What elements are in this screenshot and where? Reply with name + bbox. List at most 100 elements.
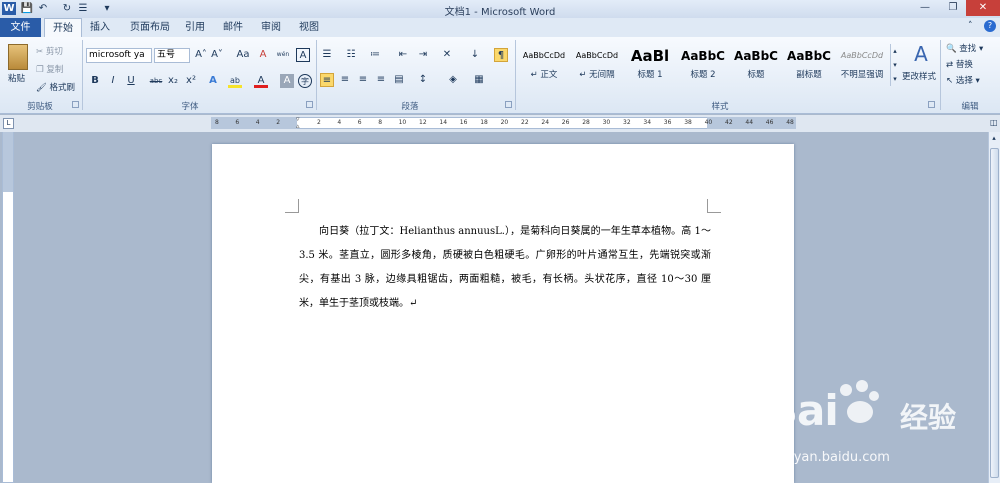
document-body-text[interactable]: 向日葵（拉丁文：Helianthus annuusL.），是菊科向日葵属的一年生…: [299, 220, 711, 316]
font-color-icon[interactable]: A: [254, 74, 268, 88]
phonetic-guide-icon[interactable]: wén: [276, 48, 290, 62]
align-center-icon[interactable]: ≡: [338, 73, 352, 87]
cut-label: 剪切: [45, 47, 63, 57]
select-button[interactable]: ↖ 选择 ▾: [946, 74, 980, 86]
style-heading-2[interactable]: AaBbC 标题 2: [677, 44, 729, 84]
character-shading-icon[interactable]: A: [280, 74, 294, 88]
text-effects-icon[interactable]: A: [206, 74, 220, 88]
style-name: 标题: [747, 70, 765, 80]
minimize-ribbon-icon[interactable]: ˄: [968, 21, 980, 33]
style-name: 标题 2: [690, 70, 716, 80]
superscript-icon[interactable]: x²: [184, 74, 198, 88]
tab-page-layout[interactable]: 页面布局: [122, 18, 178, 37]
show-marks-icon[interactable]: ¶: [494, 48, 508, 62]
font-dialog-launcher-icon[interactable]: [306, 101, 313, 108]
font-size-combo[interactable]: 五号: [154, 48, 190, 63]
underline-icon[interactable]: U: [124, 74, 138, 88]
line-spacing-icon[interactable]: ↕: [416, 73, 430, 87]
margin-corner-mark: [707, 199, 721, 213]
change-case-icon[interactable]: Aa: [234, 48, 252, 62]
indent-marker-icon[interactable]: ▿ ▵: [296, 116, 303, 130]
paste-button[interactable]: 粘贴: [8, 72, 25, 84]
ruler-tick-label: 6: [235, 119, 240, 126]
clear-formatting-icon[interactable]: A: [256, 48, 270, 62]
vruler-margin-top: [3, 132, 13, 192]
bold-icon[interactable]: B: [88, 74, 102, 88]
ruler-tick-label: 36: [663, 119, 672, 126]
decrease-indent-icon[interactable]: ⇤: [396, 48, 410, 62]
group-divider: [940, 40, 941, 110]
change-styles-button[interactable]: 更改样式: [902, 70, 936, 82]
tab-mailings[interactable]: 邮件: [218, 18, 248, 37]
numbering-icon[interactable]: ☷: [344, 48, 358, 62]
style-title[interactable]: AaBbC 标题: [730, 44, 782, 84]
character-border-icon[interactable]: A: [296, 48, 310, 62]
replace-button[interactable]: ⇄ 替换: [946, 58, 973, 70]
enclose-characters-icon[interactable]: 字: [298, 74, 312, 88]
help-icon[interactable]: ?: [984, 20, 996, 32]
scrollbar-thumb[interactable]: [990, 148, 999, 478]
tab-insert[interactable]: 插入: [84, 18, 116, 37]
format-painter-label: 格式刷: [49, 83, 76, 93]
scroll-up-icon[interactable]: ▴: [989, 134, 999, 144]
chinese-layout-icon[interactable]: ✕: [440, 48, 454, 62]
maximize-button[interactable]: ❐: [940, 0, 966, 16]
clipboard-group-label: 剪贴板: [27, 102, 53, 112]
borders-icon[interactable]: ▦: [472, 73, 486, 87]
style-preview: AaBbCcDd: [522, 51, 566, 60]
view-ruler-icon[interactable]: ◫: [990, 118, 1000, 129]
tab-review[interactable]: 审阅: [256, 18, 286, 37]
align-right-icon[interactable]: ≡: [356, 73, 370, 87]
style-subtle-emphasis[interactable]: AaBbCcDd 不明显强调: [836, 44, 888, 84]
style-heading-1[interactable]: AaBl 标题 1: [624, 44, 676, 84]
ruler-tick-label: 40: [704, 119, 713, 126]
find-button[interactable]: 🔍 查找 ▾: [946, 42, 983, 54]
style-normal[interactable]: AaBbCcDd ↵ 正文: [518, 44, 570, 84]
italic-icon[interactable]: I: [106, 74, 120, 88]
tab-home[interactable]: 开始: [44, 18, 82, 37]
styles-dialog-launcher-icon[interactable]: [928, 101, 935, 108]
strikethrough-icon[interactable]: abc: [148, 74, 164, 88]
ruler-tick-label: 46: [765, 119, 774, 126]
ruler-tick-label: 10: [398, 119, 407, 126]
minimize-button[interactable]: —: [912, 0, 938, 16]
style-subtitle[interactable]: AaBbC 副标题: [783, 44, 835, 84]
cut-button[interactable]: ✂ 剪切: [36, 45, 63, 57]
group-divider: [316, 40, 317, 110]
grow-font-icon[interactable]: A˄: [194, 48, 208, 62]
font-group-label: 字体: [181, 102, 199, 112]
clipboard-dialog-launcher-icon[interactable]: [72, 101, 79, 108]
increase-indent-icon[interactable]: ⇥: [416, 48, 430, 62]
change-styles-icon[interactable]: A: [908, 42, 934, 66]
format-painter-button[interactable]: 🖌 格式刷: [36, 81, 75, 93]
tab-view[interactable]: 视图: [294, 18, 324, 37]
justify-icon[interactable]: ≡: [374, 73, 388, 87]
ruler-tick-label: 34: [643, 119, 652, 126]
sort-icon[interactable]: ↓: [468, 48, 482, 62]
distributed-icon[interactable]: ▤: [392, 73, 406, 87]
group-divider: [515, 40, 516, 110]
highlight-color-icon[interactable]: ab: [228, 74, 242, 88]
bullets-icon[interactable]: ☰: [320, 48, 334, 62]
tab-file[interactable]: 文件: [0, 18, 41, 37]
find-label: 查找: [959, 44, 977, 54]
style-name: 副标题: [796, 70, 822, 80]
style-no-spacing[interactable]: AaBbCcDd ↵ 无间隔: [571, 44, 623, 84]
font-name-combo[interactable]: microsoft ya: [86, 48, 152, 63]
shrink-font-icon[interactable]: A˅: [210, 48, 224, 62]
close-button[interactable]: ✕: [966, 0, 1000, 16]
paragraph-dialog-launcher-icon[interactable]: [505, 101, 512, 108]
tab-selector-icon[interactable]: L: [3, 118, 14, 129]
style-gallery-scroll[interactable]: ▴ ▾ ▾: [890, 44, 899, 86]
align-left-icon[interactable]: ≡: [320, 73, 334, 87]
copy-button[interactable]: ❐ 复制: [36, 63, 63, 75]
paragraph-group-label: 段落: [401, 102, 419, 112]
paste-icon[interactable]: [8, 44, 28, 70]
subscript-icon[interactable]: x₂: [166, 74, 180, 88]
tab-references[interactable]: 引用: [180, 18, 210, 37]
replace-label: 替换: [955, 60, 973, 70]
shading-icon[interactable]: ◈: [446, 73, 460, 87]
window-title: 文档1 - Microsoft Word: [444, 7, 556, 18]
style-preview: AaBl: [630, 47, 670, 65]
multilevel-list-icon[interactable]: ≔: [368, 48, 382, 62]
